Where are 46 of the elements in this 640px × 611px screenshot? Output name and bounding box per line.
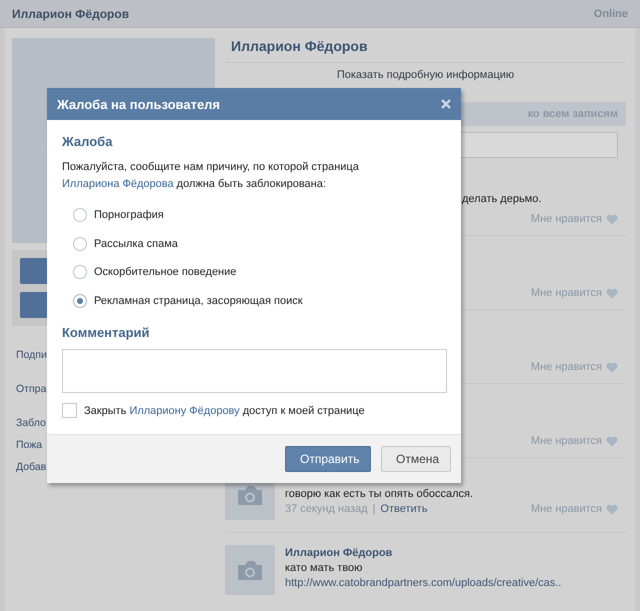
cancel-button[interactable]: Отмена bbox=[381, 446, 451, 472]
details-link[interactable]: Показать подробную информацию bbox=[336, 69, 514, 81]
user-link[interactable]: Иллариону Фёдорову bbox=[129, 404, 240, 416]
heart-icon bbox=[606, 436, 618, 446]
page-title: Илларион Фёдоров bbox=[12, 6, 130, 20]
radio-button[interactable] bbox=[73, 265, 87, 280]
heart-icon bbox=[606, 504, 618, 514]
radio-label[interactable]: Рассылка спама bbox=[94, 238, 178, 250]
section-heading: Жалоба bbox=[62, 134, 114, 149]
send-button[interactable]: Отправить bbox=[285, 446, 371, 472]
radio-label[interactable]: Порнография bbox=[94, 209, 164, 222]
radio-button[interactable] bbox=[73, 294, 87, 308]
prompt-text: Пожалуйста, сообщите нам причину, по которой страница Иллариона Фёдорова должна быть заблокирована: bbox=[62, 160, 360, 192]
dialog-title: Жалоба на пользователя bbox=[57, 96, 220, 112]
heart-icon bbox=[606, 214, 618, 224]
heart-icon bbox=[606, 362, 618, 372]
radio-button[interactable] bbox=[73, 236, 87, 251]
camera-icon bbox=[238, 486, 262, 504]
online-status: Online bbox=[594, 8, 628, 20]
checkbox-label[interactable]: Закрыть Иллариону Фёдорову доступ к моей странице bbox=[84, 404, 365, 416]
comment-heading: Комментарий bbox=[62, 325, 151, 340]
reply-link[interactable]: Ответить bbox=[380, 503, 428, 515]
sidebar-link[interactable]: Подпи bbox=[16, 344, 47, 366]
post-text: делать дерьмо. bbox=[462, 193, 542, 205]
sidebar-link[interactable]: Отпра bbox=[16, 378, 46, 400]
sidebar-link[interactable]: Забло bbox=[16, 412, 46, 434]
comment-field[interactable] bbox=[62, 349, 447, 393]
profile-name: Илларион Фёдоров bbox=[225, 38, 626, 63]
separator: | bbox=[372, 503, 376, 515]
radio-label[interactable]: Рекламная страница, засоряющая поиск bbox=[94, 294, 303, 307]
radio-label[interactable]: Оскорбительное поведение bbox=[94, 266, 236, 278]
radio-button[interactable] bbox=[73, 208, 87, 222]
user-link[interactable]: Иллариона Фёдорова bbox=[62, 178, 174, 190]
post-text: говорю как есть ты опять обоссался. bbox=[285, 488, 474, 500]
close-icon[interactable] bbox=[441, 99, 451, 109]
post-text: като мать твою bbox=[285, 562, 364, 574]
post-link[interactable]: http://www.catobrandpartners.com/uploads/creative/cas.. bbox=[285, 577, 626, 589]
post-time: 37 секунд назад bbox=[285, 503, 368, 515]
sidebar-link[interactable]: Добав bbox=[16, 456, 46, 478]
profile-button[interactable] bbox=[20, 258, 47, 284]
camera-icon bbox=[238, 560, 262, 580]
post-author[interactable]: Илларион Фёдоров bbox=[285, 547, 626, 559]
sidebar-link[interactable]: Пожа bbox=[16, 434, 42, 456]
heart-icon bbox=[606, 288, 618, 298]
profile-button[interactable] bbox=[20, 292, 47, 318]
checkbox[interactable] bbox=[62, 403, 77, 418]
